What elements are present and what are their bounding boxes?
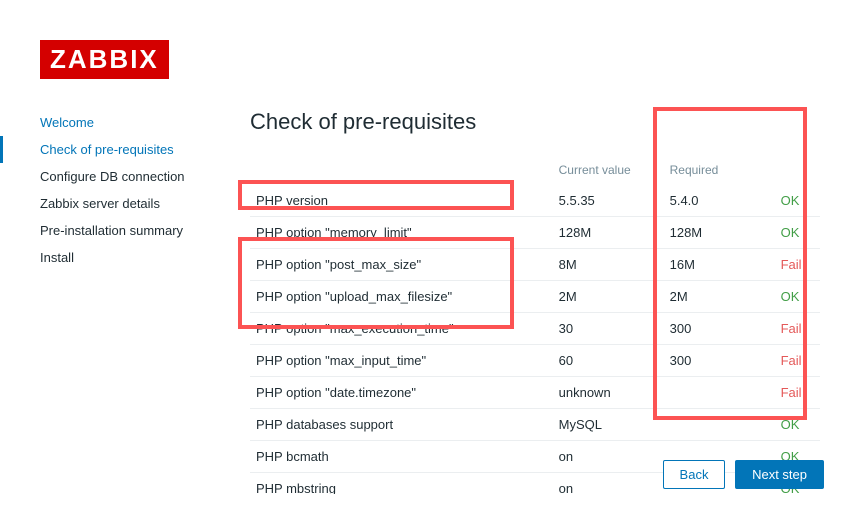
table-row: PHP databases supportMySQL OK — [250, 409, 820, 441]
table-row: PHP option "max_execution_time"30300Fail — [250, 313, 820, 345]
cell-name: PHP option "memory_limit" — [250, 217, 553, 249]
cell-name: PHP databases support — [250, 409, 553, 441]
status-fail: Fail — [775, 249, 820, 281]
next-step-button[interactable]: Next step — [735, 460, 824, 489]
cell-name: PHP option "upload_max_filesize" — [250, 281, 553, 313]
sidebar-item-summary[interactable]: Pre-installation summary — [40, 217, 240, 244]
table-row: PHP option "date.timezone"unknown Fail — [250, 377, 820, 409]
sidebar-item-welcome[interactable]: Welcome — [40, 109, 240, 136]
cell-current: unknown — [553, 377, 664, 409]
sidebar-item-prerequisites[interactable]: Check of pre-requisites — [0, 136, 240, 163]
cell-name: PHP option "date.timezone" — [250, 377, 553, 409]
cell-required: 5.4.0 — [664, 185, 775, 217]
status-fail: Fail — [775, 345, 820, 377]
status-ok: OK — [775, 217, 820, 249]
th-current: Current value — [553, 155, 664, 185]
cell-required — [664, 409, 775, 441]
th-required: Required — [664, 155, 775, 185]
prerequisites-table-wrap[interactable]: Current value Required PHP version5.5.35… — [250, 155, 824, 495]
cell-required: 300 — [664, 313, 775, 345]
cell-name: PHP option "max_input_time" — [250, 345, 553, 377]
cell-current: 5.5.35 — [553, 185, 664, 217]
cell-current: on — [553, 441, 664, 473]
cell-current: 30 — [553, 313, 664, 345]
cell-required — [664, 377, 775, 409]
zabbix-logo: ZABBIX — [40, 40, 169, 79]
cell-current: 8M — [553, 249, 664, 281]
table-row: PHP version5.5.355.4.0OK — [250, 185, 820, 217]
cell-current: 128M — [553, 217, 664, 249]
status-ok: OK — [775, 185, 820, 217]
status-fail: Fail — [775, 377, 820, 409]
table-row: PHP option "memory_limit"128M128MOK — [250, 217, 820, 249]
cell-required: 300 — [664, 345, 775, 377]
prerequisites-table: Current value Required PHP version5.5.35… — [250, 155, 820, 495]
cell-name: PHP bcmath — [250, 441, 553, 473]
table-row: PHP option "post_max_size"8M16MFail — [250, 249, 820, 281]
th-name — [250, 155, 553, 185]
cell-name: PHP version — [250, 185, 553, 217]
table-row: PHP option "upload_max_filesize"2M2MOK — [250, 281, 820, 313]
table-row: PHP option "max_input_time"60300Fail — [250, 345, 820, 377]
cell-name: PHP mbstring — [250, 473, 553, 496]
cell-required: 16M — [664, 249, 775, 281]
sidebar-item-db-connection[interactable]: Configure DB connection — [40, 163, 240, 190]
cell-current: on — [553, 473, 664, 496]
th-status — [775, 155, 820, 185]
cell-current: 2M — [553, 281, 664, 313]
cell-current: MySQL — [553, 409, 664, 441]
cell-required: 2M — [664, 281, 775, 313]
status-fail: Fail — [775, 313, 820, 345]
page-title: Check of pre-requisites — [250, 109, 824, 135]
cell-required: 128M — [664, 217, 775, 249]
status-ok: OK — [775, 281, 820, 313]
back-button[interactable]: Back — [663, 460, 726, 489]
cell-name: PHP option "max_execution_time" — [250, 313, 553, 345]
cell-current: 60 — [553, 345, 664, 377]
cell-name: PHP option "post_max_size" — [250, 249, 553, 281]
sidebar-item-install[interactable]: Install — [40, 244, 240, 271]
sidebar-item-server-details[interactable]: Zabbix server details — [40, 190, 240, 217]
wizard-sidebar: Welcome Check of pre-requisites Configur… — [40, 109, 240, 495]
footer-buttons: Back Next step — [657, 460, 824, 489]
status-ok: OK — [775, 409, 820, 441]
